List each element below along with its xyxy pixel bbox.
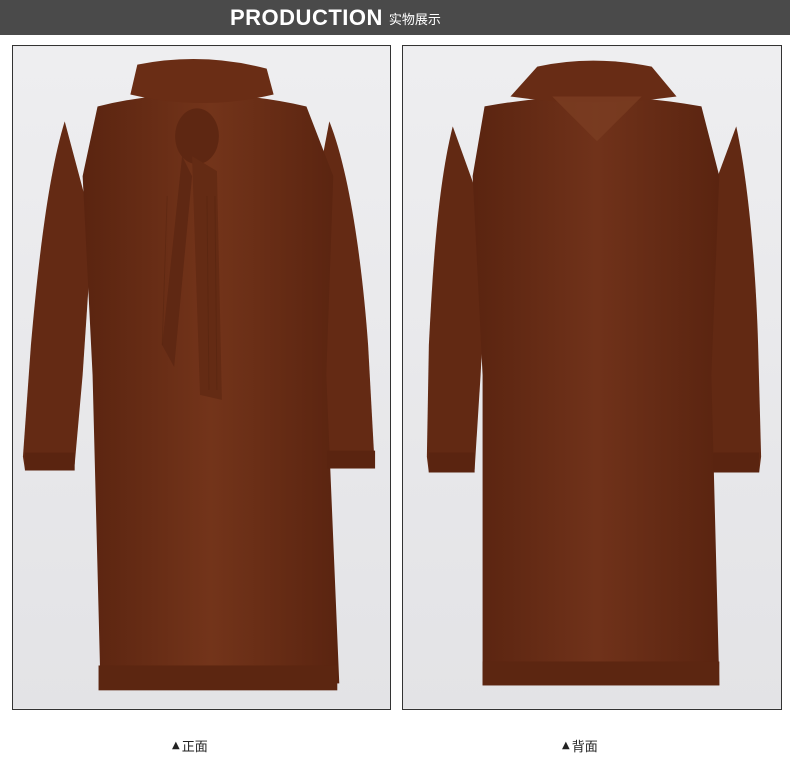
back-caption-label: 背面 <box>571 739 598 755</box>
front-caption: ▲ 正面 <box>172 736 208 755</box>
back-caption: ▲ 背面 <box>562 736 598 755</box>
header-title-group: PRODUCTION 实物展示 <box>230 0 441 35</box>
header-subtitle: 实物展示 <box>388 13 441 28</box>
triangle-up-icon: ▲ <box>562 739 570 751</box>
back-photo <box>402 45 782 710</box>
header-banner: PRODUCTION 实物展示 <box>0 0 790 35</box>
back-sweater-dress-image <box>403 46 781 709</box>
header-title: PRODUCTION <box>230 4 383 30</box>
front-photo <box>12 45 391 710</box>
front-sweater-dress-image <box>13 46 390 709</box>
triangle-up-icon: ▲ <box>172 739 180 751</box>
front-caption-label: 正面 <box>181 739 208 755</box>
